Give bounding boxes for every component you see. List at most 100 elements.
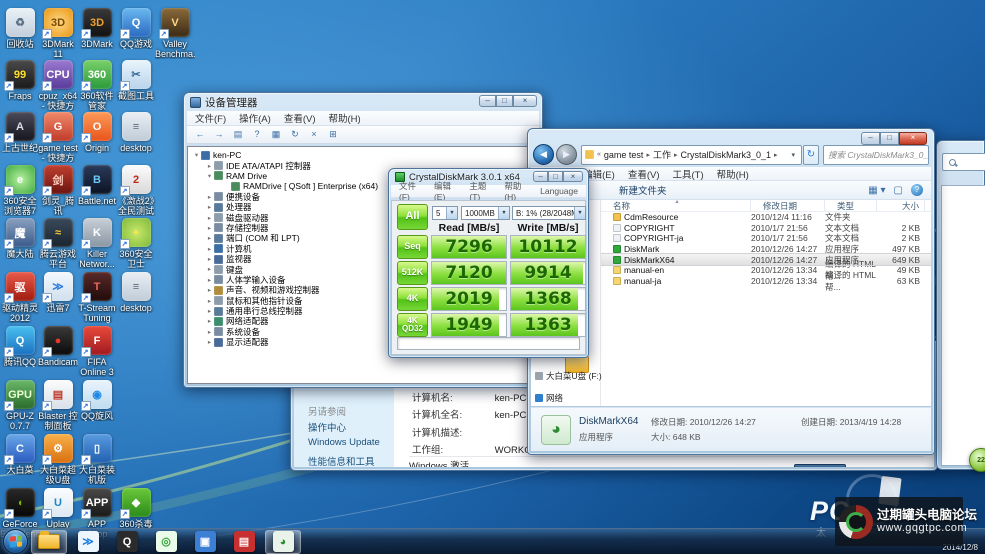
minimize-button[interactable]: – [479,95,496,107]
desktop-icon[interactable]: GPU ↗ GPU-Z 0.7.7 [0,380,40,431]
close-button[interactable]: × [513,95,537,107]
column-header-date[interactable]: 修改日期 [751,200,825,211]
maximize-button[interactable]: □ [496,95,513,107]
file-row[interactable]: manual-en 2010/12/26 13:34 编译的 HTML 帮...… [601,265,931,276]
refresh-button[interactable]: ↻ [803,145,819,165]
taskbar-button[interactable]: ◎ [148,530,184,554]
tree-expander-icon[interactable]: ▸ [205,297,214,305]
menu-item[interactable]: 文件(F) [195,111,226,125]
run-all-tests-button[interactable]: All [397,204,428,230]
desktop-icon[interactable]: 魔 ↗ 魔大陆 [0,218,40,259]
back-button[interactable]: ◀ [533,144,554,165]
toolbar-button[interactable]: ? [250,128,264,142]
test-size-select[interactable]: 1000MB▼ [461,206,510,220]
file-row[interactable]: COPYRIGHT 2010/1/7 21:56 文本文档 2 KB [601,223,931,234]
crystaldiskmark-window[interactable]: CrystalDiskMark 3.0.1 x64 – □ × 文件(F) 编辑… [388,168,589,358]
tree-expander-icon[interactable]: ▸ [205,328,214,336]
address-bar[interactable]: « game test▸ 工作▸ CrystalDiskMark3_0_1▸ ▾ [581,145,802,165]
tree-expander-icon[interactable]: ▸ [205,307,214,315]
desktop-icon[interactable]: ≡ ↗ desktop [116,272,156,313]
desktop-icon[interactable]: Q ↗ 腾讯QQ [0,326,40,367]
tree-expander-icon[interactable]: ▸ [205,193,214,201]
file-row[interactable]: DiskMarkX64 2010/12/26 14:27 应用程序 649 KB [601,254,931,265]
desktop-icon[interactable]: B ↗ Battle.net [77,165,117,206]
taskbar-button[interactable]: ◕ [265,530,301,554]
tree-expander-icon[interactable]: ▸ [205,338,214,346]
desktop-icon[interactable]: T ↗ T-Stream Tuning [77,272,117,323]
search-input[interactable]: 搜索 CrystalDiskMark3_0_1 [823,145,929,165]
desktop-icon[interactable]: G ↗ game test - 快捷方式 [38,112,78,163]
desktop-icon[interactable]: U ↗ Uplay [38,488,78,529]
run-4kqd32-test-button[interactable]: 4K QD32 [397,313,428,337]
tree-expander-icon[interactable]: ▸ [205,214,214,222]
sidebar-link-performance[interactable]: 性能信息和工具 [308,454,375,467]
desktop-icon[interactable]: + ↗ 360安全卫士 [116,218,156,269]
taskbar-button[interactable]: ▣ [187,530,223,554]
tree-expander-icon[interactable]: ▸ [205,234,214,242]
minimize-button[interactable]: – [533,171,548,182]
desktop-icon[interactable]: 3D ↗ 3DMark [77,8,117,49]
file-row[interactable]: CdmResource 2010/12/4 11:16 文件夹 [601,212,931,223]
desktop-icon[interactable]: ≈ ↗ 腾云游戏平台 [38,218,78,269]
file-row[interactable]: manual-ja 2010/12/26 13:34 编译的 HTML 帮...… [601,276,931,287]
column-header-name[interactable]: ▴ 名称 [601,200,751,211]
change-view-button[interactable]: ▦ ▾ [868,185,885,196]
run-4k-test-button[interactable]: 4K [397,287,428,311]
toolbar-button[interactable]: ▤ [231,128,245,142]
desktop-icon[interactable]: ▯ ↗ 大白菜装机版 [77,434,117,485]
crystaldiskmark-titlebar[interactable]: CrystalDiskMark 3.0.1 x64 – □ × [389,169,588,185]
run-512k-test-button[interactable]: 512K [397,261,428,285]
taskbar-button[interactable]: ≫ [70,530,106,554]
background-window-edge[interactable] [936,140,985,470]
desktop-icon[interactable]: K ↗ Killer Networ... [77,218,117,269]
comment-input[interactable] [397,337,580,350]
toolbar-button[interactable]: ⊞ [326,128,340,142]
preview-pane-button[interactable]: ▢ [894,185,903,196]
desktop-icon[interactable]: 3D ↗ 3DMark 11 [38,8,78,59]
toolbar-button[interactable]: → [212,128,226,142]
menu-item[interactable]: 帮助(H) [328,111,360,125]
help-icon[interactable]: ? [911,184,923,196]
background-search-box[interactable] [942,153,985,171]
taskbar-button[interactable] [31,530,67,554]
menu-item[interactable]: 查看(V) [284,111,316,125]
desktop-icon[interactable]: O ↗ Origin [77,112,117,153]
nav-item-usb-drive[interactable]: 大白菜U盘 (F:) [535,370,602,382]
desktop-icon[interactable]: ● ↗ Bandicam [38,326,78,367]
taskbar-button[interactable]: Q [109,530,145,554]
desktop-icon[interactable]: ✂ ↗ 截图工具 [116,60,156,101]
breadcrumb-segment[interactable]: 工作 [651,148,673,161]
desktop-icon[interactable]: ◉ ↗ QQ旋风 [77,380,117,421]
tree-expander-icon[interactable]: ▾ [192,151,201,159]
desktop-icon[interactable]: F ↗ FIFA Online 3 [77,326,117,377]
tree-expander-icon[interactable]: ▸ [205,224,214,232]
test-count-select[interactable]: 5▼ [432,206,458,220]
file-row[interactable]: COPYRIGHT-ja 2010/1/7 21:56 文本文档 2 KB [601,233,931,244]
desktop-icon[interactable]: 360 ↗ 360软件管家 [77,60,117,111]
desktop-icon[interactable]: C ↗ 大白菜 [0,434,40,475]
address-dropdown-icon[interactable]: ▾ [788,151,798,159]
tree-expander-icon[interactable]: ▸ [205,286,214,294]
desktop-icon[interactable]: 2 ↗ 《激战2》全民测试版 [116,165,156,216]
toolbar-button[interactable]: × [307,128,321,142]
tree-expander-icon[interactable]: ▸ [205,317,214,325]
breadcrumb-separator-icon[interactable]: ▸ [773,151,779,159]
taskbar-button[interactable]: ▤ [226,530,262,554]
menu-item[interactable]: 帮助(H) [717,167,749,181]
desktop-icon[interactable]: ⚙ ↗ 大白菜超级U盘 [38,434,78,485]
toolbar-button[interactable]: ↻ [288,128,302,142]
toolbar-button[interactable]: ▦ [269,128,283,142]
maximize-button[interactable]: □ [548,171,563,182]
nav-item-network[interactable]: 网络 [535,392,563,404]
tree-expander-icon[interactable]: ▸ [205,203,214,211]
forward-button[interactable]: ▶ [556,144,577,165]
sidebar-link-windows-update[interactable]: Windows Update [308,437,380,448]
change-settings-button[interactable] [794,464,846,467]
desktop-icon[interactable]: 驱 ↗ 驱动精灵2012 [0,272,40,323]
desktop-icon[interactable]: ◆ ↗ 360杀毒 [116,488,156,529]
target-drive-select[interactable]: B: 1% (28/2048MB)▼ [512,206,586,220]
toolbar-button[interactable]: ← [193,128,207,142]
desktop-icon[interactable]: ▤ ↗ Blaster 控制面板 [38,380,78,431]
tree-expander-icon[interactable]: ▸ [205,276,214,284]
menu-item[interactable]: 查看(V) [628,167,660,181]
